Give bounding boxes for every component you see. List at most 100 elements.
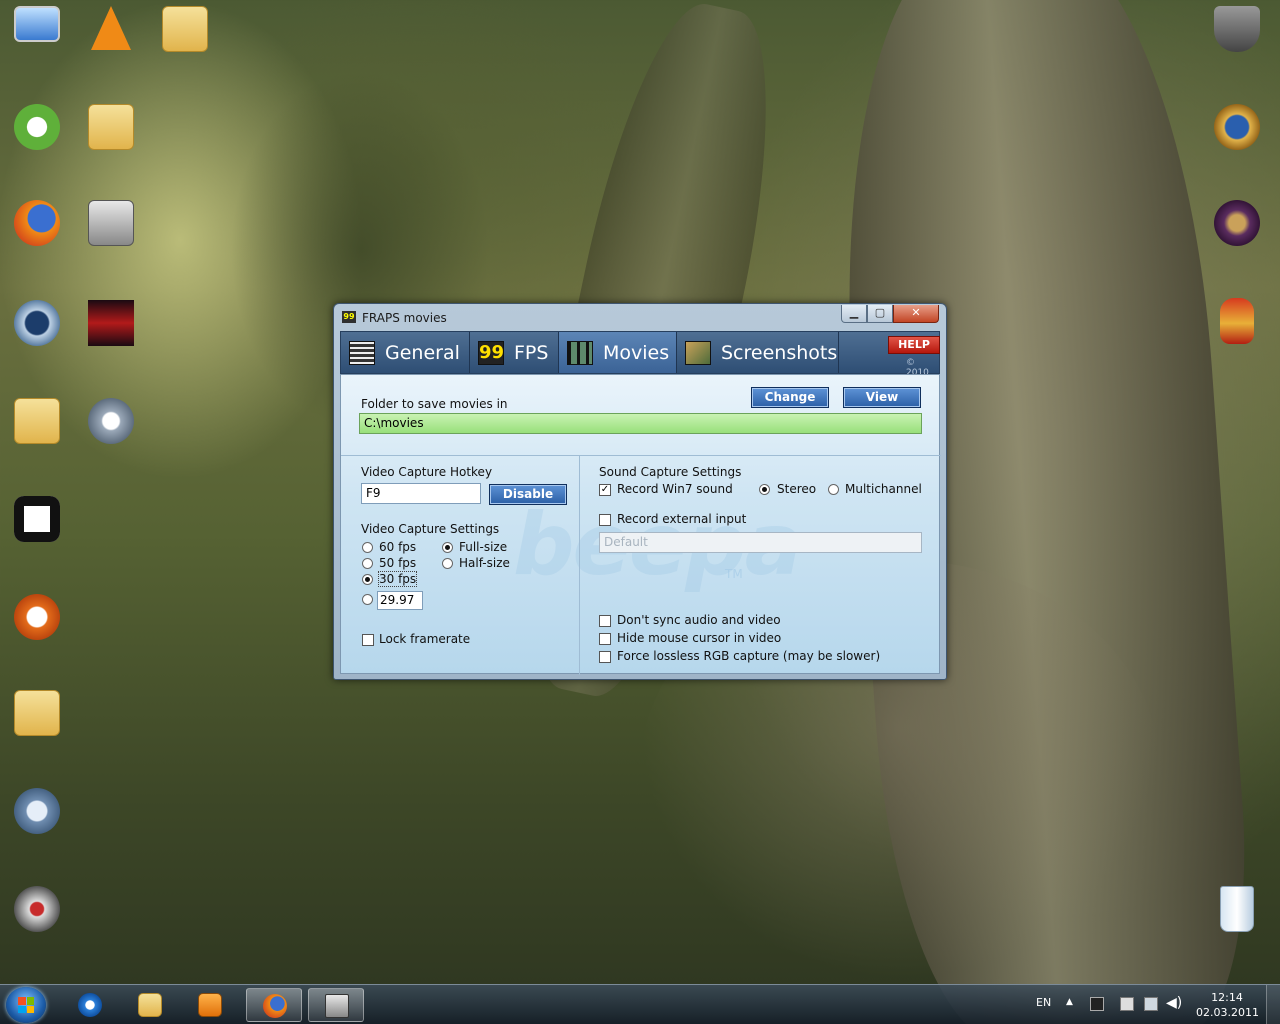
full-size-label[interactable]: Full-size [459, 540, 507, 554]
taskbar-firefox[interactable] [246, 988, 302, 1022]
lossless-label[interactable]: Force lossless RGB capture (may be slowe… [617, 649, 880, 663]
media-player-icon [198, 993, 222, 1017]
record-win7-label[interactable]: Record Win7 sound [617, 482, 733, 496]
lossless-checkbox[interactable] [599, 651, 611, 663]
teamspeak-icon [14, 300, 60, 346]
sound-settings-label: Sound Capture Settings [599, 465, 742, 479]
network-icon[interactable] [1144, 997, 1158, 1011]
taskbar: EN ▲ ◀) 12:14 02.03.2011 [0, 984, 1280, 1024]
desktop-icon-utorrent[interactable] [0, 104, 74, 150]
iron-man-icon [1220, 298, 1254, 344]
disable-hotkey-button[interactable]: Disable [489, 484, 567, 505]
desktop-icon-computer[interactable] [0, 6, 74, 42]
hide-cursor-checkbox[interactable] [599, 633, 611, 645]
fps-30-radio[interactable] [362, 574, 373, 585]
taskbar-explorer[interactable] [122, 988, 178, 1022]
internet-explorer-icon [78, 993, 102, 1017]
desktop-icon-iron-man[interactable] [1200, 298, 1274, 344]
desktop-icon-game-1[interactable] [1200, 200, 1274, 246]
film-reel-icon [14, 886, 60, 932]
no-sync-label[interactable]: Don't sync audio and video [617, 613, 781, 627]
desktop-icon-folder-3[interactable] [0, 690, 74, 736]
no-sync-checkbox[interactable] [599, 615, 611, 627]
external-device-select[interactable]: Default [599, 532, 922, 553]
stereo-radio[interactable] [759, 484, 770, 495]
hotkey-field[interactable]: F9 [361, 483, 481, 504]
desktop-icon-wow[interactable] [1200, 104, 1274, 150]
desktop-icon-firefox[interactable] [0, 200, 74, 246]
desktop-icon-teamspeak[interactable] [0, 300, 74, 346]
desktop-icon-audio-file[interactable] [74, 300, 148, 346]
panda-icon [14, 496, 60, 542]
show-hidden-icons-button[interactable]: ▲ [1066, 997, 1073, 1024]
full-size-radio[interactable] [442, 542, 453, 553]
tab-movies[interactable]: Movies [559, 332, 677, 373]
tab-general[interactable]: General [341, 332, 470, 373]
maximize-button[interactable]: ▢ [867, 305, 893, 323]
hide-cursor-label[interactable]: Hide mouse cursor in video [617, 631, 781, 645]
taskbar-media-player[interactable] [182, 988, 238, 1022]
taskbar-internet-explorer[interactable] [62, 988, 118, 1022]
fps-50-label[interactable]: 50 fps [379, 556, 416, 570]
explorer-folder-icon [138, 993, 162, 1017]
window-title: FRAPS movies [362, 311, 447, 325]
lock-framerate-checkbox[interactable] [362, 634, 374, 646]
fps-custom-radio[interactable] [362, 594, 373, 605]
tab-screenshots[interactable]: Screenshots [677, 332, 839, 373]
folder-path-field[interactable]: C:\movies [359, 413, 922, 434]
desktop-icon-fraps[interactable] [74, 200, 148, 246]
tab-bar: General 99 FPS Movies Screenshots HELP ©… [340, 331, 940, 378]
fps-60-radio[interactable] [362, 542, 373, 553]
folder-label: Folder to save movies in [361, 397, 508, 411]
stereo-label[interactable]: Stereo [777, 482, 816, 496]
help-button[interactable]: HELP [888, 336, 940, 354]
language-indicator[interactable]: EN [1036, 996, 1051, 1024]
clock-date: 02.03.2011 [1196, 1006, 1259, 1019]
desktop-icon-format-factory[interactable] [74, 398, 148, 444]
desktop-icon-video-converter[interactable] [0, 886, 74, 932]
start-button[interactable] [6, 987, 46, 1023]
fps-99-icon: 99 [478, 340, 505, 365]
format-factory-icon [88, 398, 134, 444]
fraps-tray-icon[interactable] [1090, 997, 1104, 1011]
fps-custom-field[interactable]: 29.97 [377, 591, 423, 610]
half-size-label[interactable]: Half-size [459, 556, 510, 570]
change-folder-button[interactable]: Change [751, 387, 829, 408]
record-external-checkbox[interactable] [599, 514, 611, 526]
fps-50-radio[interactable] [362, 558, 373, 569]
desktop-icon-panda[interactable] [0, 496, 74, 542]
desktop-icon-user-folder[interactable] [0, 398, 74, 444]
taskbar-fraps[interactable] [308, 988, 364, 1022]
lock-framerate-label[interactable]: Lock framerate [379, 632, 470, 646]
fps-60-label[interactable]: 60 fps [379, 540, 416, 554]
desktop-icon-world-of-tanks[interactable] [1200, 6, 1274, 52]
action-center-icon[interactable] [1120, 997, 1134, 1011]
desktop-icon-folder-1[interactable] [148, 6, 222, 52]
vlc-cone-icon [91, 6, 131, 50]
desktop-icon-folder-2[interactable] [74, 104, 148, 150]
fraps-app-icon: 99 [342, 311, 356, 323]
record-external-label[interactable]: Record external input [617, 512, 746, 526]
desktop-icon-skype[interactable] [0, 788, 74, 834]
recycle-bin-icon [1220, 886, 1254, 932]
tank-shield-icon [1214, 6, 1260, 52]
divider-vertical [579, 455, 580, 675]
desktop-icon-lightning-app[interactable] [0, 594, 74, 640]
folder-icon [162, 6, 208, 52]
video-settings-label: Video Capture Settings [361, 522, 500, 536]
show-desktop-button[interactable] [1266, 985, 1280, 1024]
multichannel-radio[interactable] [828, 484, 839, 495]
clock[interactable]: 12:14 02.03.2011 [1196, 990, 1259, 1020]
multichannel-label[interactable]: Multichannel [845, 482, 922, 496]
minimize-button[interactable]: ▁ [841, 305, 867, 323]
title-bar[interactable]: 99 FRAPS movies ▁ ▢ ✕ [334, 304, 946, 330]
fps-30-label[interactable]: 30 fps [377, 571, 418, 587]
record-win7-checkbox[interactable]: ✓ [599, 484, 611, 496]
desktop-icon-recycle-bin[interactable] [1200, 886, 1274, 932]
half-size-radio[interactable] [442, 558, 453, 569]
close-button[interactable]: ✕ [893, 305, 939, 323]
desktop-icon-vlc[interactable] [74, 6, 148, 50]
volume-icon[interactable]: ◀) [1166, 995, 1182, 1024]
tab-fps[interactable]: 99 FPS [470, 332, 559, 373]
view-folder-button[interactable]: View [843, 387, 921, 408]
